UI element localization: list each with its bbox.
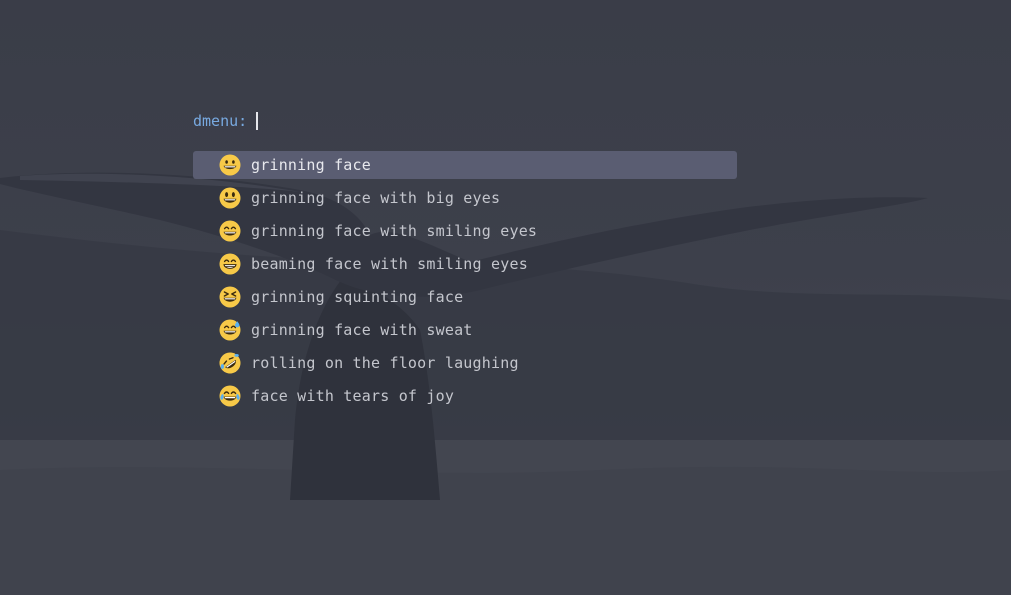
face-with-tears-of-joy-icon — [219, 385, 241, 407]
dmenu-prompt: dmenu: — [193, 110, 556, 132]
prompt-label: dmenu: — [193, 112, 248, 130]
list-item-label: grinning face with sweat — [251, 321, 473, 339]
list-item-face-with-tears-of-joy[interactable]: face with tears of joy — [193, 382, 737, 410]
list-item-label: grinning squinting face — [251, 288, 464, 306]
grinning-squinting-face-icon — [219, 286, 241, 308]
text-cursor — [256, 112, 259, 130]
grinning-face-icon — [219, 154, 241, 176]
list-item-label: grinning face with big eyes — [251, 189, 501, 207]
list-item-rolling-on-the-floor-laughing[interactable]: rolling on the floor laughing — [193, 349, 737, 377]
list-item-label: beaming face with smiling eyes — [251, 255, 528, 273]
grinning-face-with-big-eyes-icon — [219, 187, 241, 209]
list-item-grinning-face-with-smiling-eyes[interactable]: grinning face with smiling eyes — [193, 217, 737, 245]
list-item-label: face with tears of joy — [251, 387, 455, 405]
beaming-face-with-smiling-eyes-icon — [219, 253, 241, 275]
rolling-on-the-floor-laughing-icon — [219, 352, 241, 374]
list-item-grinning-face-with-big-eyes[interactable]: grinning face with big eyes — [193, 184, 737, 212]
list-item-label: grinning face with smiling eyes — [251, 222, 538, 240]
list-item-beaming-face-with-smiling-eyes[interactable]: beaming face with smiling eyes — [193, 250, 737, 278]
list-item-grinning-squinting-face[interactable]: grinning squinting face — [193, 283, 737, 311]
results-list: grinning face grinning face with big eye… — [193, 151, 737, 415]
list-item-label: rolling on the floor laughing — [251, 354, 519, 372]
prompt-input[interactable] — [256, 111, 556, 131]
grinning-face-with-sweat-icon — [219, 319, 241, 341]
list-item-grinning-face-with-sweat[interactable]: grinning face with sweat — [193, 316, 737, 344]
grinning-face-with-smiling-eyes-icon — [219, 220, 241, 242]
list-item-grinning-face[interactable]: grinning face — [193, 151, 737, 179]
list-item-label: grinning face — [251, 156, 371, 174]
